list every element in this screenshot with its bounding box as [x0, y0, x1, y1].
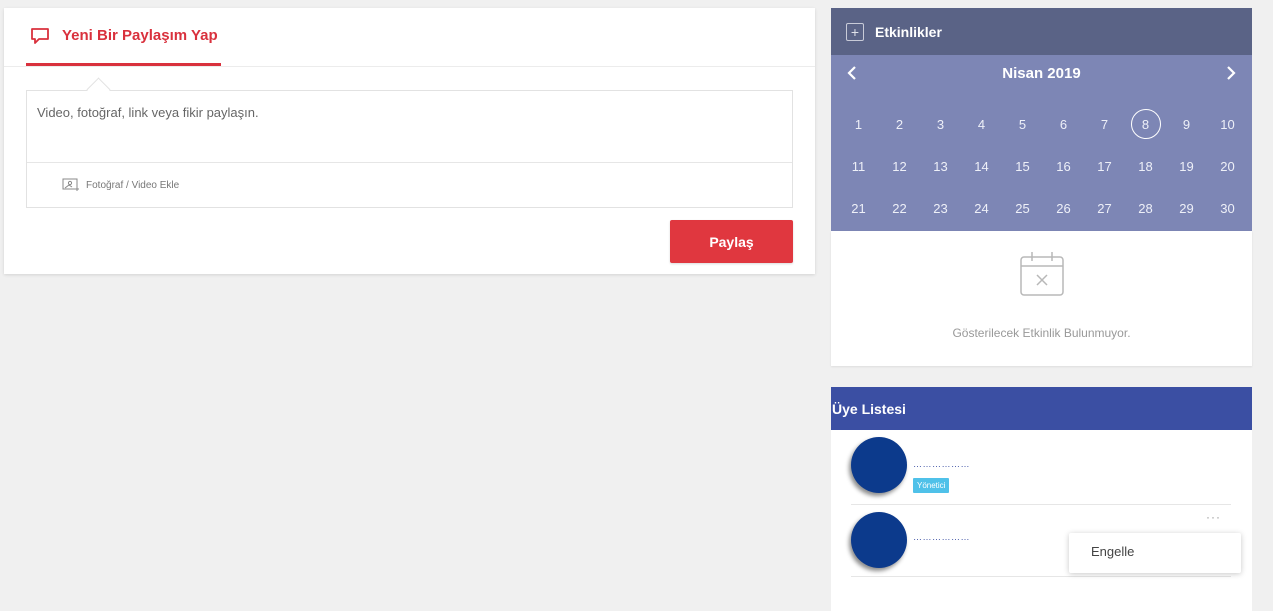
calendar-day[interactable]: 15: [1002, 145, 1043, 187]
calendar-day-label: 26: [1056, 200, 1071, 216]
calendar-day-label: 15: [1015, 158, 1030, 174]
calendar-day[interactable]: 10: [1207, 103, 1248, 145]
calendar-day[interactable]: 23: [920, 187, 961, 229]
tab-new-post-label: Yeni Bir Paylaşım Yap: [62, 27, 218, 44]
calendar-day[interactable]: 26: [1043, 187, 1084, 229]
calendar-day-label: 1: [854, 116, 863, 132]
calendar-day[interactable]: 1: [838, 103, 879, 145]
calendar-day[interactable]: 12: [879, 145, 920, 187]
calendar-day-label: 23: [933, 200, 948, 216]
calendar-day-label: 30: [1220, 200, 1235, 216]
calendar-day[interactable]: 21: [838, 187, 879, 229]
calendar-day[interactable]: 4: [961, 103, 1002, 145]
calendar-day[interactable]: 30: [1207, 187, 1248, 229]
calendar-day-label: 9: [1182, 116, 1191, 132]
calendar-day[interactable]: 28: [1125, 187, 1166, 229]
calendar-grid: 1 2 3 4 5 6 7 8 9 10 11 12 13 14 15 16 17 18 19 20 21 22 23 24 2…: [838, 103, 1248, 229]
calendar-day[interactable]: 20: [1207, 145, 1248, 187]
calendar-day-label: 13: [933, 158, 948, 174]
calendar: Nisan 2019 1 2 3 4 5 6 7 8 9 10 11 12 13 14 15 16 17 18 19…: [831, 55, 1252, 231]
add-event-icon[interactable]: +: [846, 22, 864, 41]
members-title: Üye Listesi: [832, 400, 906, 417]
add-photo-video-label: Fotoğraf / Video Ekle: [86, 179, 180, 191]
calendar-day[interactable]: 22: [879, 187, 920, 229]
calendar-day-label: 17: [1097, 158, 1112, 174]
calendar-day-label: 16: [1056, 158, 1071, 174]
tab-divider: [4, 66, 815, 67]
calendar-day[interactable]: 13: [920, 145, 961, 187]
events-empty-state: Gösterilecek Etkinlik Bulunmuyor.: [831, 231, 1252, 366]
calendar-day-label: 8: [1130, 109, 1161, 139]
calendar-day[interactable]: 2: [879, 103, 920, 145]
calendar-day-label: 4: [977, 116, 986, 132]
next-month-button[interactable]: [1219, 61, 1243, 85]
member-row[interactable]: ……………… Yönetici: [851, 434, 1231, 505]
calendar-day-label: 3: [936, 116, 945, 132]
block-menu-item[interactable]: Engelle: [1091, 544, 1134, 559]
calendar-day[interactable]: 18: [1125, 145, 1166, 187]
calendar-day[interactable]: 14: [961, 145, 1002, 187]
composer-divider: [27, 162, 792, 163]
calendar-day-label: 27: [1097, 200, 1112, 216]
calendar-day-label: 19: [1179, 158, 1194, 174]
calendar-day[interactable]: 27: [1084, 187, 1125, 229]
calendar-day-label: 10: [1220, 116, 1235, 132]
calendar-day[interactable]: 19: [1166, 145, 1207, 187]
events-title: Etkinlikler: [875, 23, 942, 40]
calendar-day-label: 11: [851, 158, 866, 174]
calendar-day[interactable]: 25: [1002, 187, 1043, 229]
calendar-day[interactable]: 6: [1043, 103, 1084, 145]
members-list: ……………… Yönetici ……………… ···: [831, 430, 1252, 611]
admin-badge: Yönetici: [913, 478, 950, 493]
post-composer[interactable]: Video, fotoğraf, link veya fikir paylaşı…: [26, 90, 793, 208]
calendar-day-label: 25: [1015, 200, 1030, 216]
more-options-icon[interactable]: ···: [1206, 510, 1221, 524]
calendar-day-today[interactable]: 8: [1125, 103, 1166, 145]
avatar[interactable]: [851, 512, 907, 568]
calendar-day-label: 2: [895, 116, 904, 132]
comment-icon: [31, 27, 49, 44]
member-name[interactable]: ………………: [913, 459, 970, 469]
chevron-right-icon: [1227, 66, 1236, 80]
calendar-day-label: 14: [974, 158, 989, 174]
post-input-placeholder[interactable]: Video, fotoğraf, link veya fikir paylaşı…: [37, 105, 259, 120]
calendar-day-label: 22: [892, 200, 907, 216]
calendar-month: Nisan 2019: [1002, 65, 1081, 82]
new-post-card: Yeni Bir Paylaşım Yap Video, fotoğraf, l…: [4, 8, 815, 274]
calendar-day-label: 6: [1059, 116, 1068, 132]
tab-new-post[interactable]: Yeni Bir Paylaşım Yap: [26, 8, 221, 66]
members-header: Üye Listesi: [831, 387, 1252, 430]
events-empty-text: Gösterilecek Etkinlik Bulunmuyor.: [952, 326, 1131, 340]
calendar-day-label: 20: [1220, 158, 1235, 174]
calendar-day-label: 21: [851, 200, 866, 216]
image-icon: [62, 178, 79, 191]
calendar-day-label: 28: [1138, 200, 1153, 216]
avatar[interactable]: [851, 437, 907, 493]
add-photo-video-button[interactable]: Fotoğraf / Video Ekle: [62, 178, 179, 192]
calendar-day-label: 18: [1138, 158, 1153, 174]
calendar-day[interactable]: 7: [1084, 103, 1125, 145]
calendar-day-label: 24: [974, 200, 989, 216]
calendar-day-label: 7: [1100, 116, 1109, 132]
calendar-day[interactable]: 17: [1084, 145, 1125, 187]
member-name[interactable]: ………………: [913, 532, 970, 542]
calendar-day[interactable]: 24: [961, 187, 1002, 229]
calendar-day[interactable]: 29: [1166, 187, 1207, 229]
calendar-day[interactable]: 9: [1166, 103, 1207, 145]
calendar-x-icon: [1020, 252, 1064, 296]
calendar-day-label: 29: [1179, 200, 1194, 216]
calendar-day[interactable]: 5: [1002, 103, 1043, 145]
calendar-day[interactable]: 3: [920, 103, 961, 145]
calendar-day-label: 5: [1018, 116, 1027, 132]
events-header: + Etkinlikler: [831, 8, 1252, 55]
calendar-day[interactable]: 11: [838, 145, 879, 187]
calendar-day[interactable]: 16: [1043, 145, 1084, 187]
share-button[interactable]: Paylaş: [670, 220, 793, 263]
member-options-menu: Engelle: [1069, 533, 1241, 573]
calendar-day-label: 12: [892, 158, 907, 174]
